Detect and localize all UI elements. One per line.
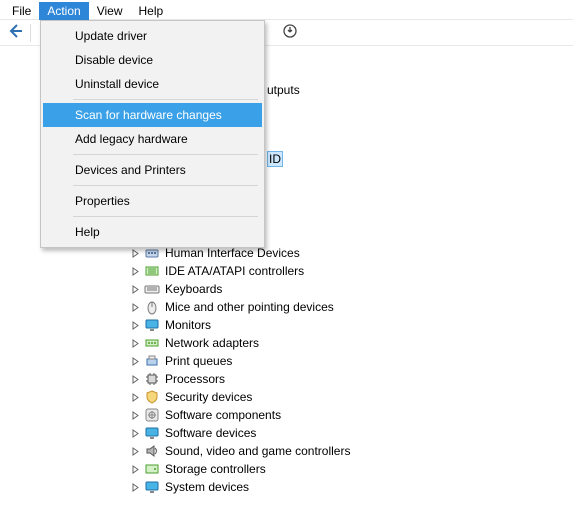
menubar: File Action View Help xyxy=(0,0,573,20)
tree-item-label: System devices xyxy=(163,480,249,494)
expander-icon[interactable] xyxy=(130,284,141,295)
expander-icon[interactable] xyxy=(130,482,141,493)
tree-item-label: Mice and other pointing devices xyxy=(163,300,334,314)
tree-item-label: Sound, video and game controllers xyxy=(163,444,350,458)
tree-item-processors[interactable]: Processors xyxy=(130,370,350,388)
bg-hd-fragment: ID xyxy=(267,151,283,167)
system-icon xyxy=(144,479,160,495)
tree-item-swdevices[interactable]: Software devices xyxy=(130,424,350,442)
tree-item-label: Print queues xyxy=(163,354,232,368)
back-arrow-icon xyxy=(7,23,23,42)
expander-icon[interactable] xyxy=(130,374,141,385)
expander-icon[interactable] xyxy=(130,320,141,331)
tree-item-keyboards[interactable]: Keyboards xyxy=(130,280,350,298)
menu-separator xyxy=(73,216,258,217)
device-tree: esHuman Interface DevicesIDE ATA/ATAPI c… xyxy=(130,226,350,496)
ide-icon xyxy=(144,263,160,279)
menu-file[interactable]: File xyxy=(4,2,39,20)
tree-item-storage[interactable]: Storage controllers xyxy=(130,460,350,478)
tree-item-label: IDE ATA/ATAPI controllers xyxy=(163,264,304,278)
tree-item-ide[interactable]: IDE ATA/ATAPI controllers xyxy=(130,262,350,280)
tree-item-label: Software devices xyxy=(163,426,256,440)
toolbar-separator xyxy=(30,24,31,42)
tree-item-label: Storage controllers xyxy=(163,462,266,476)
keyboard-icon xyxy=(144,281,160,297)
printer-icon xyxy=(144,353,160,369)
menu-separator xyxy=(73,154,258,155)
menu-item-properties[interactable]: Properties xyxy=(43,189,262,213)
menu-item-disable-device[interactable]: Disable device xyxy=(43,48,262,72)
action-menu: Update driver Disable device Uninstall d… xyxy=(40,20,265,248)
menu-item-add-legacy-hardware[interactable]: Add legacy hardware xyxy=(43,127,262,151)
expander-icon[interactable] xyxy=(130,338,141,349)
expander-icon[interactable] xyxy=(130,248,141,259)
expander-icon[interactable] xyxy=(130,428,141,439)
tree-item-label: Human Interface Devices xyxy=(163,246,300,260)
swcomp-icon xyxy=(144,407,160,423)
menu-action[interactable]: Action xyxy=(39,2,88,20)
swdev-icon xyxy=(144,425,160,441)
tree-item-label: Monitors xyxy=(163,318,211,332)
menu-item-uninstall-device[interactable]: Uninstall device xyxy=(43,72,262,96)
tree-item-security[interactable]: Security devices xyxy=(130,388,350,406)
tree-item-swcomponents[interactable]: Software components xyxy=(130,406,350,424)
bg-selected-row: ID xyxy=(267,152,283,166)
expander-icon[interactable] xyxy=(130,464,141,475)
expander-icon[interactable] xyxy=(130,410,141,421)
network-icon xyxy=(144,335,160,351)
tree-item-netadapters[interactable]: Network adapters xyxy=(130,334,350,352)
expander-icon[interactable] xyxy=(130,302,141,313)
tree-item-system[interactable]: System devices xyxy=(130,478,350,496)
menu-view[interactable]: View xyxy=(89,2,131,20)
storage-icon xyxy=(144,461,160,477)
sound-icon xyxy=(144,443,160,459)
menu-item-devices-and-printers[interactable]: Devices and Printers xyxy=(43,158,262,182)
tree-item-monitors[interactable]: Monitors xyxy=(130,316,350,334)
update-icon xyxy=(282,23,298,42)
menu-help[interactable]: Help xyxy=(131,2,172,20)
tree-item-label: Network adapters xyxy=(163,336,259,350)
tree-item-label: Processors xyxy=(163,372,225,386)
cpu-icon xyxy=(144,371,160,387)
expander-icon[interactable] xyxy=(130,356,141,367)
expander-icon[interactable] xyxy=(130,392,141,403)
tree-item-sound[interactable]: Sound, video and game controllers xyxy=(130,442,350,460)
toolbar-back-button[interactable] xyxy=(4,22,26,44)
menu-item-help[interactable]: Help xyxy=(43,220,262,244)
mouse-icon xyxy=(144,299,160,315)
tree-item-mice[interactable]: Mice and other pointing devices xyxy=(130,298,350,316)
tree-item-label: Software components xyxy=(163,408,281,422)
monitor-icon xyxy=(144,317,160,333)
security-icon xyxy=(144,389,160,405)
menu-separator xyxy=(73,185,258,186)
menu-item-update-driver[interactable]: Update driver xyxy=(43,24,262,48)
expander-icon[interactable] xyxy=(130,446,141,457)
tree-item-printqueues[interactable]: Print queues xyxy=(130,352,350,370)
tree-item-label: Keyboards xyxy=(163,282,222,296)
menu-separator xyxy=(73,99,258,100)
tree-item-label: Security devices xyxy=(163,390,252,404)
menu-item-scan-hardware-changes[interactable]: Scan for hardware changes xyxy=(43,103,262,127)
bg-audio-outputs-fragment: utputs xyxy=(267,83,300,97)
toolbar-update-button[interactable] xyxy=(279,22,301,44)
expander-icon[interactable] xyxy=(130,266,141,277)
